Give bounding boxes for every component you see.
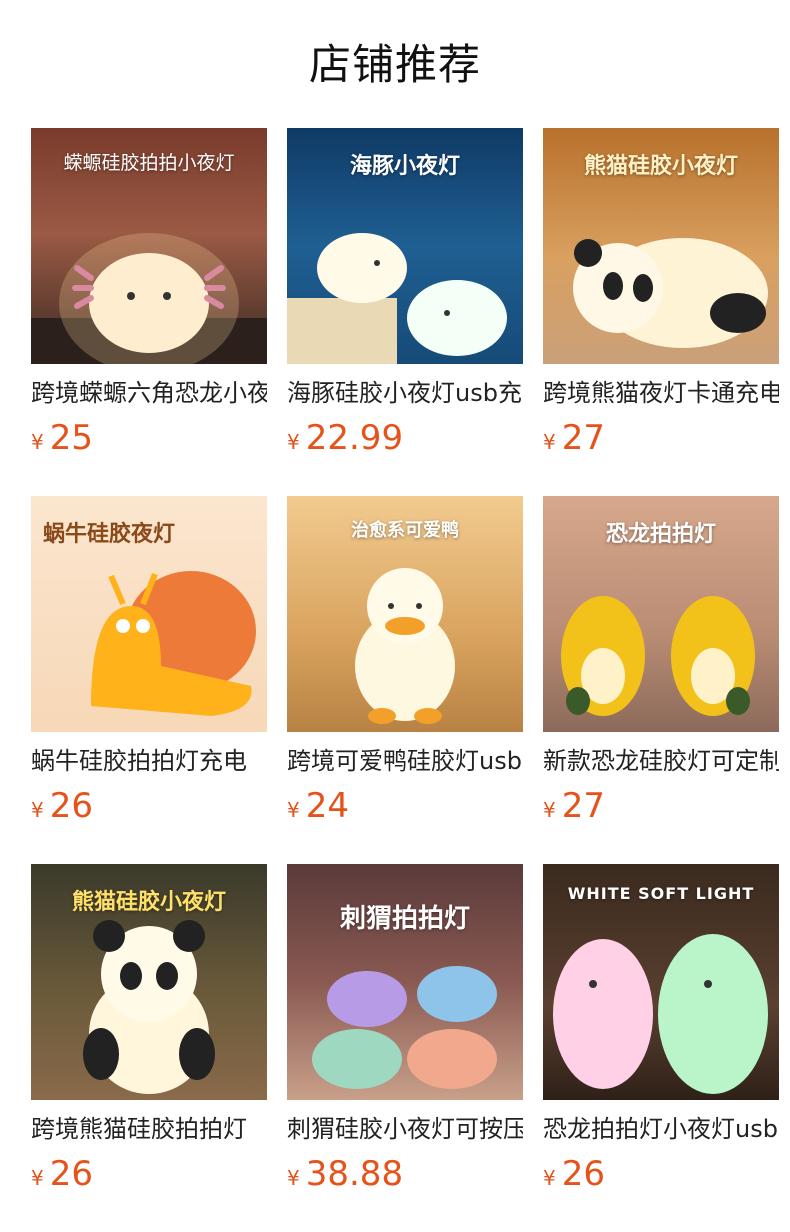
product-card[interactable]: 治愈系可爱鸭 跨境可爱鸭硅胶灯usb ¥24 [287, 496, 523, 832]
product-price: ¥26 [31, 1154, 267, 1200]
product-image[interactable]: 蝾螈硅胶拍拍小夜灯 [31, 128, 267, 364]
currency-symbol: ¥ [287, 430, 300, 454]
product-name[interactable]: 跨境熊猫夜灯卡通充电 [543, 376, 779, 410]
product-image[interactable]: 熊猫硅胶小夜灯 [543, 128, 779, 364]
product-image[interactable]: 蜗牛硅胶夜灯 [31, 496, 267, 732]
product-price: ¥22.99 [287, 418, 523, 464]
currency-symbol: ¥ [543, 798, 556, 822]
currency-symbol: ¥ [543, 1166, 556, 1190]
product-name[interactable]: 跨境熊猫硅胶拍拍灯 [31, 1112, 267, 1146]
snail-lamp-icon [91, 571, 256, 716]
dolphin-lamp-icon [287, 233, 507, 364]
product-card[interactable]: 蝾螈硅胶拍拍小夜灯 跨境蝾螈六角恐龙小夜灯 ¥25 [31, 128, 267, 464]
price-value: 27 [561, 418, 605, 458]
product-name[interactable]: 新款恐龙硅胶灯可定制 [543, 744, 779, 778]
product-card[interactable]: WHITE SOFT LIGHT 恐龙拍拍灯小夜灯usb ¥26 [543, 864, 779, 1200]
product-image[interactable]: 刺猬拍拍灯 [287, 864, 523, 1100]
product-price: ¥38.88 [287, 1154, 523, 1200]
price-value: 26 [561, 1154, 605, 1194]
product-image[interactable]: 恐龙拍拍灯 [543, 496, 779, 732]
product-image[interactable]: WHITE SOFT LIGHT [543, 864, 779, 1100]
duck-lamp-icon [355, 568, 455, 724]
currency-symbol: ¥ [31, 1166, 44, 1190]
currency-symbol: ¥ [31, 430, 44, 454]
product-card[interactable]: 蜗牛硅胶夜灯 蜗牛硅胶拍拍灯充电 ¥26 [31, 496, 267, 832]
currency-symbol: ¥ [287, 798, 300, 822]
product-card[interactable]: 熊猫硅胶小夜灯 跨境熊猫硅胶拍拍灯 ¥26 [31, 864, 267, 1200]
product-price: ¥27 [543, 418, 779, 464]
product-price: ¥26 [31, 786, 267, 832]
product-card[interactable]: 刺猬拍拍灯 刺猬硅胶小夜灯可按压 ¥38.88 [287, 864, 523, 1200]
panda-lamp-icon [573, 238, 768, 348]
product-card[interactable]: 恐龙拍拍灯 新款恐龙硅胶灯可定制 ¥27 [543, 496, 779, 832]
panda-sitting-lamp-icon [83, 920, 215, 1094]
currency-symbol: ¥ [31, 798, 44, 822]
product-name[interactable]: 恐龙拍拍灯小夜灯usb [543, 1112, 779, 1146]
product-image[interactable]: 熊猫硅胶小夜灯 [31, 864, 267, 1100]
product-price: ¥27 [543, 786, 779, 832]
product-price: ¥24 [287, 786, 523, 832]
currency-symbol: ¥ [543, 430, 556, 454]
product-card[interactable]: 海豚小夜灯 海豚硅胶小夜灯usb充电 ¥22.99 [287, 128, 523, 464]
price-value: 25 [49, 418, 93, 458]
product-name[interactable]: 蜗牛硅胶拍拍灯充电 [31, 744, 267, 778]
hedgehog-lamp-icon [312, 966, 497, 1089]
price-value: 26 [49, 1154, 93, 1194]
product-name[interactable]: 刺猬硅胶小夜灯可按压 [287, 1112, 523, 1146]
price-value: 24 [305, 786, 349, 826]
price-value: 26 [49, 786, 93, 826]
product-name[interactable]: 跨境蝾螈六角恐龙小夜灯 [31, 376, 267, 410]
dinosaur-glow-lamp-icon [553, 934, 768, 1094]
axolotl-lamp-icon [31, 233, 267, 364]
price-value: 22.99 [305, 418, 404, 458]
product-card[interactable]: 熊猫硅胶小夜灯 跨境熊猫夜灯卡通充电 ¥27 [543, 128, 779, 464]
product-price: ¥26 [543, 1154, 779, 1200]
currency-symbol: ¥ [287, 1166, 300, 1190]
page-title: 店铺推荐 [308, 40, 481, 89]
price-value: 38.88 [305, 1154, 404, 1194]
product-name[interactable]: 海豚硅胶小夜灯usb充电 [287, 376, 523, 410]
price-value: 27 [561, 786, 605, 826]
dinosaur-lamp-icon [561, 596, 755, 716]
product-image[interactable]: 治愈系可爱鸭 [287, 496, 523, 732]
product-image[interactable]: 海豚小夜灯 [287, 128, 523, 364]
product-price: ¥25 [31, 418, 267, 464]
product-name[interactable]: 跨境可爱鸭硅胶灯usb [287, 744, 523, 778]
